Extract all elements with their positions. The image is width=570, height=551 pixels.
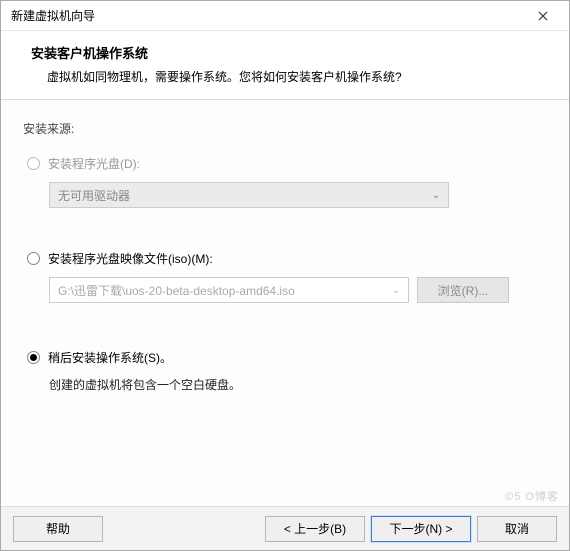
radio-iso-label: 安装程序光盘映像文件(iso)(M): xyxy=(48,250,213,267)
header-title: 安装客户机操作系统 xyxy=(31,43,551,62)
iso-path-combo[interactable]: G:\迅雷下载\uos-20-beta-desktop-amd64.iso ⌄ xyxy=(49,277,409,303)
radio-later-label: 稍后安装操作系统(S)。 xyxy=(48,349,172,366)
radio-icon xyxy=(27,252,40,265)
cancel-button[interactable]: 取消 xyxy=(477,516,557,542)
header-description: 虚拟机如同物理机，需要操作系统。您将如何安装客户机操作系统? xyxy=(31,68,551,85)
chevron-down-icon: ⌄ xyxy=(432,190,440,201)
browse-button[interactable]: 浏览(R)... xyxy=(417,277,509,303)
drive-combo[interactable]: 无可用驱动器 ⌄ xyxy=(49,182,449,208)
wizard-header: 安装客户机操作系统 虚拟机如同物理机，需要操作系统。您将如何安装客户机操作系统? xyxy=(1,31,569,100)
radio-install-iso[interactable]: 安装程序光盘映像文件(iso)(M): xyxy=(27,250,549,267)
help-button[interactable]: 帮助 xyxy=(13,516,103,542)
close-icon[interactable] xyxy=(523,2,563,30)
wizard-window: 新建虚拟机向导 安装客户机操作系统 虚拟机如同物理机，需要操作系统。您将如何安装… xyxy=(0,0,570,551)
radio-icon xyxy=(27,351,40,364)
titlebar: 新建虚拟机向导 xyxy=(1,1,569,31)
radio-disc-label: 安装程序光盘(D): xyxy=(48,155,140,172)
radio-install-later[interactable]: 稍后安装操作系统(S)。 xyxy=(27,349,549,366)
iso-path-text: G:\迅雷下载\uos-20-beta-desktop-amd64.iso xyxy=(58,282,295,299)
wizard-footer: 帮助 < 上一步(B) 下一步(N) > 取消 xyxy=(1,506,569,550)
window-title: 新建虚拟机向导 xyxy=(11,7,523,24)
radio-install-disc[interactable]: 安装程序光盘(D): xyxy=(27,155,549,172)
option-disc-group: 安装程序光盘(D): 无可用驱动器 ⌄ xyxy=(23,155,549,208)
option-later-group: 稍后安装操作系统(S)。 创建的虚拟机将包含一个空白硬盘。 xyxy=(23,349,549,393)
back-button[interactable]: < 上一步(B) xyxy=(265,516,365,542)
chevron-down-icon: ⌄ xyxy=(392,285,400,296)
later-description: 创建的虚拟机将包含一个空白硬盘。 xyxy=(49,376,549,393)
radio-icon xyxy=(27,157,40,170)
wizard-body: 安装来源: 安装程序光盘(D): 无可用驱动器 ⌄ 安装程序光盘映像文件(iso… xyxy=(1,100,569,506)
source-label: 安装来源: xyxy=(23,120,549,137)
drive-combo-text: 无可用驱动器 xyxy=(58,187,130,204)
next-button[interactable]: 下一步(N) > xyxy=(371,516,471,542)
option-iso-group: 安装程序光盘映像文件(iso)(M): G:\迅雷下载\uos-20-beta-… xyxy=(23,250,549,303)
iso-row: G:\迅雷下载\uos-20-beta-desktop-amd64.iso ⌄ … xyxy=(49,277,549,303)
